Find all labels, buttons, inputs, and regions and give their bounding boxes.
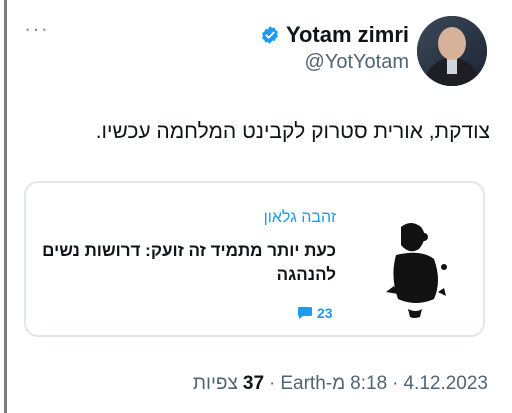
more-options-icon[interactable]: ···	[24, 18, 49, 40]
author-handle[interactable]: @YotYotam	[305, 51, 409, 74]
tweet-meta: צפיות 37 · Earth-מ 8:18 · 4.12.2023	[193, 373, 488, 395]
card-author: זהבה גלאון	[263, 209, 336, 226]
tweet-text: צודקת, אורית סטרוק לקבינט המלחמה עכשיו.	[95, 120, 490, 143]
verified-badge-icon	[262, 26, 278, 44]
card-thumbnail-image	[356, 197, 476, 327]
author-name: Yotam zimri	[285, 22, 409, 47]
views-count: 37	[242, 373, 265, 394]
comments-count: 23	[317, 305, 333, 321]
avatar[interactable]	[417, 16, 487, 86]
link-card[interactable]: זהבה גלאון כעת יותר מתמיד זה זועק: דרושו…	[24, 181, 485, 337]
avatar-head	[438, 27, 466, 60]
comment-icon	[298, 307, 312, 319]
avatar-shirt	[447, 58, 457, 74]
meta-separator: ·	[392, 373, 399, 394]
tweet-time[interactable]: 8:18	[350, 373, 387, 395]
tweet-source: Earth-מ	[280, 373, 346, 394]
meta-separator: ·	[269, 373, 276, 394]
card-headline: כעת יותר מתמיד זה זועק: דרושות נשים להנה…	[42, 241, 336, 284]
card-comments[interactable]: 23	[297, 305, 333, 321]
thread-line	[4, 0, 7, 413]
views-label: צפיות	[192, 373, 238, 394]
tweet-date[interactable]: 4.12.2023	[403, 373, 488, 395]
author-name-row[interactable]: Yotam zimri	[260, 22, 409, 48]
